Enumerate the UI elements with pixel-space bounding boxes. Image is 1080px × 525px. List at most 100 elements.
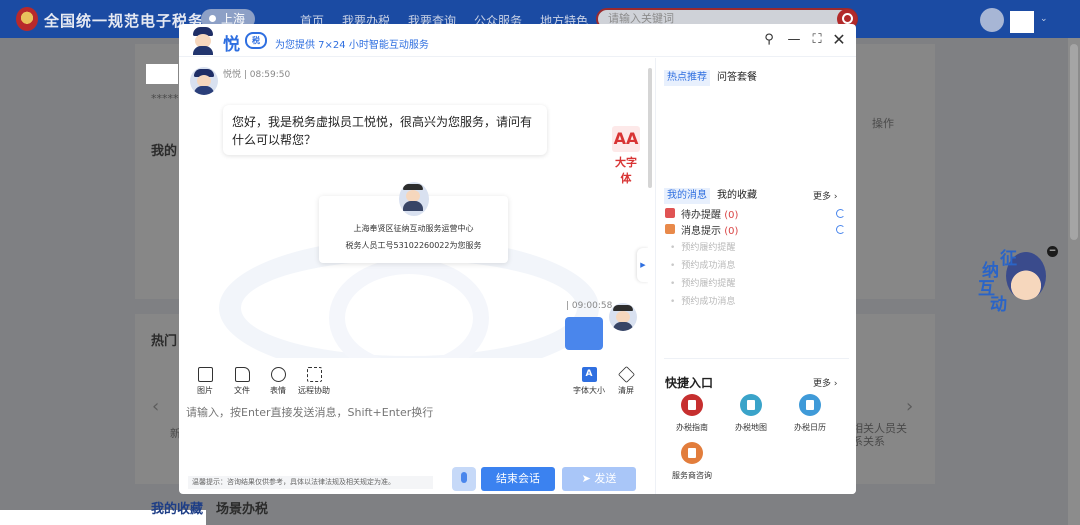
agent-staff-id: 税务人员工号53102260022为您服务 — [345, 241, 482, 250]
bot-avatar — [190, 67, 218, 95]
user-name-box[interactable] — [1010, 11, 1034, 33]
mascot-word-1: 征 — [1000, 249, 1017, 269]
minimize-icon[interactable]: — — [787, 33, 801, 47]
font-size-icon: A — [581, 367, 597, 382]
fullscreen-icon[interactable]: ⛶ — [810, 33, 824, 47]
tab-scene-tax[interactable]: 场景办税 — [216, 498, 268, 517]
staff-avatar — [609, 303, 637, 331]
font-size-button[interactable]: A 字体大小 — [569, 367, 609, 396]
remote-assist-button[interactable]: 远程协助 — [294, 367, 334, 396]
tax-calendar-icon — [799, 394, 821, 416]
chat-scrollbar[interactable] — [648, 68, 652, 188]
divider — [664, 358, 849, 359]
refresh-icon[interactable] — [836, 209, 845, 218]
todo-reminder-count: (0) — [724, 210, 739, 221]
page-scrollbar-thumb[interactable] — [1070, 44, 1078, 240]
carousel-right-arrow[interactable]: › — [906, 396, 913, 417]
list-item[interactable]: 预约履约提醒 — [670, 240, 735, 253]
bot-message-bubble: 您好，我是税务虚拟员工悦悦，很高兴为您服务，请问有什么可以帮您？ — [223, 105, 547, 155]
message-notice[interactable]: 消息提示 (0) — [681, 222, 738, 237]
big-font-label: 大字体 — [615, 156, 637, 185]
assistant-avatar-icon — [191, 27, 215, 55]
eraser-icon — [617, 366, 635, 383]
related-system-label[interactable]: 系关系 — [852, 433, 885, 449]
clear-screen-button[interactable]: 清屏 — [606, 366, 646, 396]
close-icon[interactable]: ✕ — [832, 32, 846, 48]
tab-my-messages[interactable]: 我的消息 — [664, 188, 710, 204]
agent-photo — [399, 182, 429, 216]
message-notice-label: 消息提示 — [681, 226, 721, 237]
user-avatar[interactable] — [980, 8, 1004, 32]
emoji-label: 表情 — [270, 386, 286, 395]
dialog-header: 悦 税 为您提供 7×24 小时智能互动服务 ⚲ — ⛶ ✕ — [179, 24, 856, 57]
file-label: 文件 — [234, 386, 250, 395]
mascot-word-4: 动 — [990, 295, 1007, 315]
folder-icon — [234, 367, 250, 382]
my-section-label: 我的 — [151, 144, 178, 159]
operation-label: 操作 — [872, 117, 894, 130]
tax-map-label: 办税地图 — [735, 423, 767, 432]
quick-service-provider[interactable]: 服务商咨询 — [667, 442, 717, 481]
bot-message-meta: 悦悦 | 08:59:50 — [223, 70, 291, 80]
remote-assist-label: 远程协助 — [298, 386, 330, 395]
file-button[interactable]: 文件 — [222, 367, 262, 396]
tab-my-favorites[interactable]: 我的收藏 — [151, 498, 203, 517]
chevron-down-icon[interactable]: ⌄ — [1040, 14, 1048, 24]
user-icon[interactable]: ⚲ — [762, 33, 776, 47]
chat-history[interactable]: 悦悦 | 08:59:50 您好，我是税务虚拟员工悦悦，很高兴为您服务，请问有什… — [179, 58, 648, 358]
tax-guide-label: 办税指南 — [676, 423, 708, 432]
quick-tax-guide[interactable]: 办税指南 — [667, 394, 717, 433]
disclaimer-tip: 温馨提示：咨询结果仅供参考，具体以法律法规及相关规定为准。 — [188, 476, 433, 489]
remote-assist-icon — [306, 367, 322, 382]
agent-center-name: 上海奉贤区征纳互动服务运营中心 — [353, 224, 474, 233]
refresh-icon[interactable] — [836, 225, 845, 234]
service-provider-icon — [681, 442, 703, 464]
clear-screen-label: 清屏 — [618, 386, 634, 395]
big-font-icon: AA — [612, 126, 640, 152]
message-notice-count: (0) — [724, 226, 739, 237]
list-item[interactable]: 预约成功消息 — [670, 258, 735, 271]
interaction-mascot[interactable]: 征 纳 互 动 — [978, 244, 1050, 315]
list-item[interactable]: 预约成功消息 — [670, 294, 735, 307]
masked-box — [146, 64, 178, 84]
image-icon — [197, 367, 213, 382]
image-button[interactable]: 图片 — [185, 367, 225, 396]
chat-dialog: 悦 税 为您提供 7×24 小时智能互动服务 ⚲ — ⛶ ✕ 悦悦 | 08:5… — [179, 24, 856, 494]
messages-more-link[interactable]: 更多 › — [813, 189, 837, 202]
quick-more-link[interactable]: 更多 › — [813, 376, 837, 389]
collapse-panel-arrow-icon[interactable]: ▶ — [637, 248, 648, 282]
quick-entry-title: 快捷入口 — [665, 376, 714, 390]
hot-section-label: 热门 — [151, 334, 178, 349]
user-name-masked — [534, 299, 564, 315]
microphone-icon[interactable] — [452, 467, 476, 491]
message-input[interactable] — [186, 404, 641, 454]
list-item[interactable]: 预约履约提醒 — [670, 276, 735, 289]
message-notice-icon — [665, 224, 675, 234]
emoji-button[interactable]: 表情 — [258, 367, 298, 396]
tax-bureau-logo — [16, 7, 38, 31]
todo-reminder[interactable]: 待办提醒 (0) — [681, 206, 738, 221]
tax-map-icon — [740, 394, 762, 416]
tax-calendar-label: 办税日历 — [794, 423, 826, 432]
todo-reminder-label: 待办提醒 — [681, 210, 721, 221]
quick-tax-calendar[interactable]: 办税日历 — [785, 394, 835, 433]
user-message-meta: | 09:00:58 — [566, 301, 613, 311]
chat-toolbar: 图片 文件 表情 远程协助 A 字体大小 清屏 — [179, 358, 648, 404]
message-input-area — [179, 404, 648, 470]
brand-badge: 税 — [245, 32, 267, 49]
brand-name: 悦 — [223, 35, 240, 55]
tab-hot-recommend[interactable]: 热点推荐 — [664, 70, 710, 86]
service-tagline: 为您提供 7×24 小时智能互动服务 — [275, 40, 429, 51]
send-button[interactable]: ➤ 发送 — [562, 467, 636, 491]
quick-tax-map[interactable]: 办税地图 — [726, 394, 776, 433]
end-session-button[interactable]: 结束会话 — [481, 467, 555, 491]
tab-qa-package[interactable]: 问答套餐 — [717, 70, 757, 86]
carousel-left-arrow[interactable]: ‹ — [152, 396, 159, 417]
image-label: 图片 — [197, 386, 213, 395]
mascot-close-icon[interactable]: − — [1047, 246, 1058, 257]
tab-my-favorites-panel[interactable]: 我的收藏 — [717, 188, 757, 204]
emoji-icon — [270, 367, 286, 382]
service-provider-label: 服务商咨询 — [672, 471, 712, 480]
tax-guide-icon — [681, 394, 703, 416]
big-font-button[interactable]: AA 大字体 — [610, 126, 642, 185]
